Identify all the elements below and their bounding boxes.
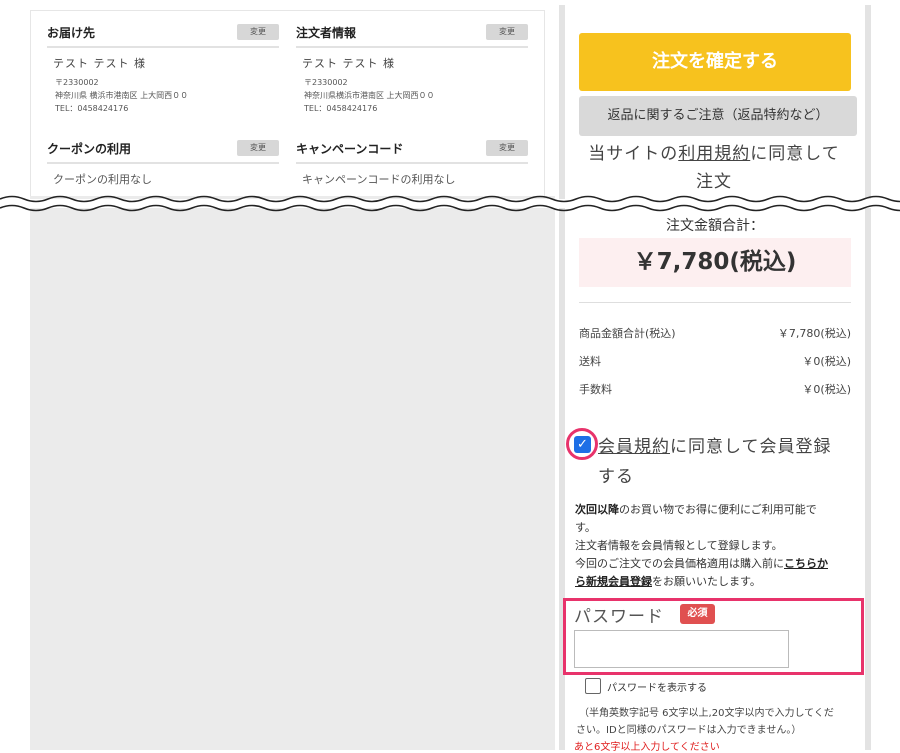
terms-suffix: に同意して	[750, 144, 840, 164]
register-text-line2: する	[598, 467, 634, 487]
delivery-change-button[interactable]: 変更	[237, 24, 279, 40]
return-policy-button[interactable]: 返品に関するご注意（返品特約など）	[579, 96, 857, 136]
campaign-section: キャンペーンコード 変更 キャンペーンコードの利用なし	[296, 138, 528, 186]
register-info-line4: 今回のご注文での会員価格適用は購入前にこちらか	[575, 555, 857, 571]
terms-link[interactable]: 利用規約	[678, 144, 750, 164]
shipping-label: 送料	[579, 355, 601, 368]
orderer-name: テスト テスト 様	[302, 57, 395, 70]
orderer-address: 神奈川県横浜市港南区 上大岡西００	[304, 91, 435, 100]
fee-value: ￥0(税込)	[802, 383, 851, 396]
shipping-row: 送料 ￥0(税込)	[579, 353, 851, 369]
new-member-link-part2[interactable]: ら新規会員登録	[575, 575, 652, 588]
campaign-change-button[interactable]: 変更	[486, 140, 528, 156]
register-info-text5: をお願いいたします。	[652, 575, 761, 588]
subtotal-label: 商品金額合計(税込)	[579, 327, 676, 340]
new-member-link-part1[interactable]: こちらか	[784, 557, 828, 570]
register-info-line1: 次回以降のお買い物でお得に便利にご利用可能で	[575, 501, 857, 517]
shipping-value: ￥0(税込)	[802, 355, 851, 368]
confirm-order-button[interactable]: 注文を確定する	[579, 33, 851, 91]
member-terms-link[interactable]: 会員規約	[598, 437, 670, 457]
delivery-address: 神奈川県 横浜市港南区 上大岡西００	[55, 91, 189, 100]
delivery-tel: TEL：0458424176	[55, 104, 129, 113]
coupon-title: クーポンの利用	[47, 142, 132, 156]
password-error: あと6文字以上入力してください	[574, 742, 720, 753]
campaign-title: キャンペーンコード	[296, 142, 404, 156]
delivery-title: お届け先	[47, 26, 96, 40]
password-note-line1: （半角英数字記号 6文字以上,20文字以内で入力してくだ	[579, 708, 834, 719]
terms-agreement: 当サイトの利用規約に同意して	[568, 139, 860, 164]
fee-row: 手数料 ￥0(税込)	[579, 381, 851, 397]
page-cut-divider	[0, 195, 900, 212]
orderer-change-button[interactable]: 変更	[486, 24, 528, 40]
register-info-text4: 今回のご注文での会員価格適用は購入前に	[575, 557, 784, 570]
register-info-text1: のお買い物でお得に便利にご利用可能で	[619, 503, 817, 516]
total-label: 注文金額合計：	[666, 218, 764, 234]
show-password-label[interactable]: パスワードを表示する	[607, 679, 707, 694]
check-icon: ✓	[577, 437, 588, 452]
register-info-line3: 注文者情報を会員情報として登録します。	[575, 539, 783, 552]
register-agreement: 会員規約に同意して会員登録	[598, 432, 832, 457]
delivery-section: お届け先 変更 テスト テスト 様 〒2330002 神奈川県 横浜市港南区 上…	[47, 22, 279, 113]
password-label: パスワード	[574, 607, 664, 627]
subtotal-row: 商品金額合計(税込) ￥7,780(税込)	[579, 325, 851, 341]
empty-area	[30, 196, 555, 750]
coupon-section: クーポンの利用 変更 クーポンの利用なし	[47, 138, 279, 186]
fee-label: 手数料	[579, 383, 612, 396]
coupon-change-button[interactable]: 変更	[237, 140, 279, 156]
orderer-tel: TEL：0458424176	[304, 104, 378, 113]
orderer-section: 注文者情報 変更 テスト テスト 様 〒2330002 神奈川県横浜市港南区 上…	[296, 22, 528, 113]
register-info-bold: 次回以降	[575, 503, 619, 516]
orderer-postal: 〒2330002	[304, 78, 348, 87]
delivery-name: テスト テスト 様	[53, 57, 146, 70]
password-note-line2: さい。IDと同様のパスワードは入力できません。）	[576, 725, 802, 736]
show-password-checkbox[interactable]	[585, 678, 601, 694]
orderer-title: 注文者情報	[296, 26, 357, 40]
register-member-checkbox[interactable]: ✓	[574, 436, 591, 453]
required-badge: 必須	[680, 604, 715, 624]
delivery-postal: 〒2330002	[55, 78, 99, 87]
divider	[579, 302, 851, 303]
total-amount: ￥7,780(税込)	[579, 238, 851, 287]
password-input[interactable]	[574, 630, 789, 668]
register-text: に同意して会員登録	[670, 437, 832, 457]
register-info-line2: す。	[575, 521, 596, 534]
subtotal-value: ￥7,780(税込)	[777, 327, 851, 340]
register-info-line5: ら新規会員登録をお願いいたします。	[575, 573, 857, 589]
terms-prefix: 当サイトの	[588, 144, 679, 164]
